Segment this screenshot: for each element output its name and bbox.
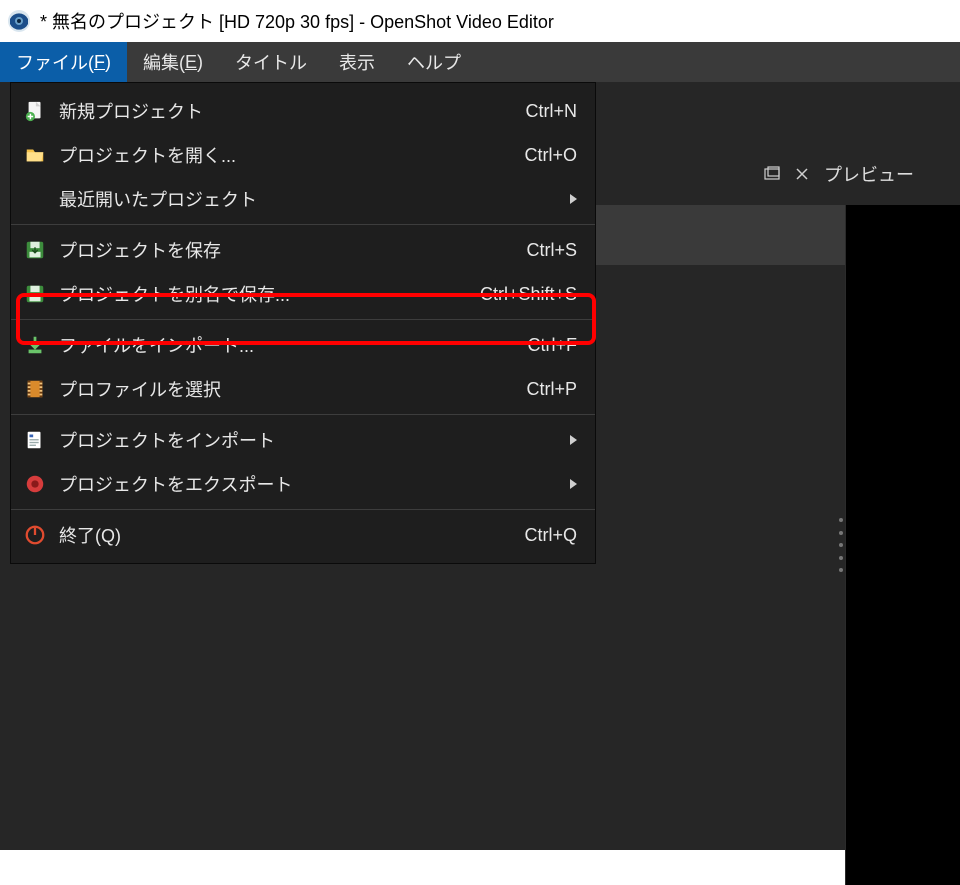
menuitem-label: プロジェクトを別名で保存... — [59, 281, 468, 307]
menuitem-shortcut: Ctrl+N — [525, 101, 577, 122]
menu-separator — [11, 319, 595, 320]
app-body: ファイル(F) 編集(E) タイトル 表示 ヘルプ プレビュー — [0, 42, 960, 850]
menuitem-choose-profile[interactable]: プロファイルを選択 Ctrl+P — [11, 367, 595, 411]
menuitem-import-project[interactable]: プロジェクトをインポート — [11, 418, 595, 462]
profile-icon — [23, 377, 47, 401]
blank-icon — [23, 187, 47, 211]
open-project-icon — [23, 143, 47, 167]
menuitem-label: 最近開いたプロジェクト — [59, 186, 558, 212]
menuitem-label: 終了(Q) — [59, 522, 512, 548]
menuitem-label: ファイルをインポート... — [59, 332, 516, 358]
detach-panel-icon[interactable] — [764, 166, 780, 182]
menu-separator — [11, 509, 595, 510]
app-logo-icon — [6, 8, 32, 34]
menubar: ファイル(F) 編集(E) タイトル 表示 ヘルプ — [0, 42, 960, 82]
preview-label: プレビュー — [824, 161, 914, 187]
preview-header: プレビュー — [760, 156, 960, 192]
import-files-icon — [23, 333, 47, 357]
menuitem-shortcut: Ctrl+Q — [524, 525, 577, 546]
chevron-right-icon — [570, 479, 577, 489]
menuitem-label: プロジェクトを保存 — [59, 237, 514, 263]
chevron-right-icon — [570, 194, 577, 204]
menuitem-label: 新規プロジェクト — [59, 98, 513, 124]
menuitem-label: プロジェクトをエクスポート — [59, 471, 558, 497]
window-title: * 無名のプロジェクト [HD 720p 30 fps] - OpenShot … — [40, 8, 554, 34]
menu-help[interactable]: ヘルプ — [391, 42, 477, 82]
panel-strip — [596, 205, 845, 265]
save-as-icon — [23, 282, 47, 306]
save-icon — [23, 238, 47, 262]
menuitem-shortcut: Ctrl+S — [526, 240, 577, 261]
menu-edit[interactable]: 編集(E) — [127, 42, 219, 82]
menuitem-save-project-as[interactable]: プロジェクトを別名で保存... Ctrl+Shift+S — [11, 272, 595, 316]
export-icon — [23, 472, 47, 496]
menuitem-shortcut: Ctrl+F — [528, 335, 578, 356]
import-project-icon — [23, 428, 47, 452]
menu-separator — [11, 224, 595, 225]
menu-separator — [11, 414, 595, 415]
file-menu-dropdown: 新規プロジェクト Ctrl+N プロジェクトを開く... Ctrl+O 最近開い… — [10, 82, 596, 564]
chevron-right-icon — [570, 435, 577, 445]
menuitem-shortcut: Ctrl+Shift+S — [480, 284, 577, 305]
menuitem-label: プロファイルを選択 — [59, 376, 514, 402]
menu-title[interactable]: タイトル — [219, 42, 323, 82]
power-icon — [23, 523, 47, 547]
resize-handle[interactable] — [838, 515, 844, 575]
menuitem-shortcut: Ctrl+O — [524, 145, 577, 166]
menuitem-import-files[interactable]: ファイルをインポート... Ctrl+F — [11, 323, 595, 367]
menuitem-shortcut: Ctrl+P — [526, 379, 577, 400]
menuitem-new-project[interactable]: 新規プロジェクト Ctrl+N — [11, 89, 595, 133]
menuitem-export-project[interactable]: プロジェクトをエクスポート — [11, 462, 595, 506]
menuitem-recent-projects[interactable]: 最近開いたプロジェクト — [11, 177, 595, 221]
menuitem-open-project[interactable]: プロジェクトを開く... Ctrl+O — [11, 133, 595, 177]
menu-file[interactable]: ファイル(F) — [0, 42, 127, 82]
menu-view[interactable]: 表示 — [323, 42, 391, 82]
new-project-icon — [23, 99, 47, 123]
window-titlebar: * 無名のプロジェクト [HD 720p 30 fps] - OpenShot … — [0, 0, 960, 42]
menuitem-save-project[interactable]: プロジェクトを保存 Ctrl+S — [11, 228, 595, 272]
close-panel-icon[interactable] — [794, 166, 810, 182]
menuitem-label: プロジェクトを開く... — [59, 142, 512, 168]
preview-pane — [845, 205, 960, 885]
menuitem-label: プロジェクトをインポート — [59, 427, 558, 453]
menuitem-quit[interactable]: 終了(Q) Ctrl+Q — [11, 513, 595, 557]
